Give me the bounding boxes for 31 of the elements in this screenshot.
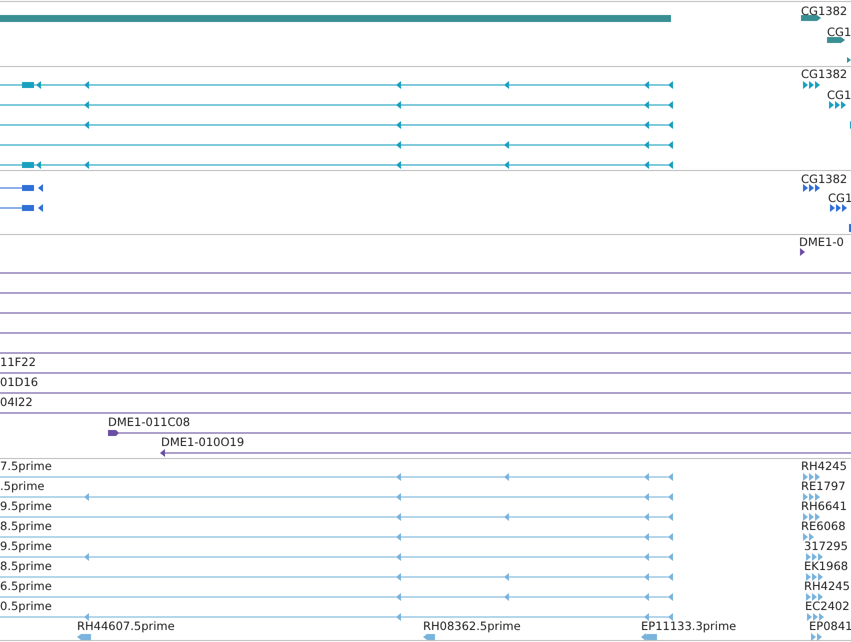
feature-label: RH4245 xyxy=(804,579,850,593)
feature-label: 9.5prime xyxy=(0,499,52,513)
feature-label: RH4245 xyxy=(801,459,847,473)
feature-label: EC2402 xyxy=(805,599,850,613)
feature-label: CG1382 xyxy=(801,67,848,81)
feature-label: RE1797 xyxy=(801,479,846,493)
feature-label: 9.5prime xyxy=(0,539,52,553)
feature-label: 0.5prime xyxy=(0,599,52,613)
feature-label: RE6068 xyxy=(801,519,846,533)
feature-label: EK1968 xyxy=(804,559,848,573)
feature-label: RH44607.5prime xyxy=(77,619,175,633)
feature-label: CG1 xyxy=(828,191,851,205)
feature-label: CG1382 xyxy=(801,4,848,18)
feature-label: 8.5prime xyxy=(0,559,52,573)
feature-label: 01D16 xyxy=(0,375,38,389)
feature-label: 11F22 xyxy=(0,355,36,369)
feature-label: CG1382 xyxy=(801,172,848,186)
feature-label: .5prime xyxy=(0,479,44,493)
feature-label: EP11133.3prime xyxy=(641,619,736,633)
feature-label: 7.5prime xyxy=(0,459,52,473)
feature-label: DME1-010O19 xyxy=(161,435,244,449)
feature-label: RH6641 xyxy=(801,499,847,513)
feature-label: CG1 xyxy=(827,25,851,39)
feature-label: 317295 xyxy=(804,539,848,553)
feature-label: 6.5prime xyxy=(0,579,52,593)
feature-label: 8.5prime xyxy=(0,519,52,533)
feature-label: CG1 xyxy=(827,88,851,102)
feature-label: RH08362.5prime xyxy=(423,619,521,633)
feature-label: DME1-0 xyxy=(799,235,844,249)
feature-label: DME1-011C08 xyxy=(108,415,190,429)
feature-label: 04I22 xyxy=(0,395,33,409)
